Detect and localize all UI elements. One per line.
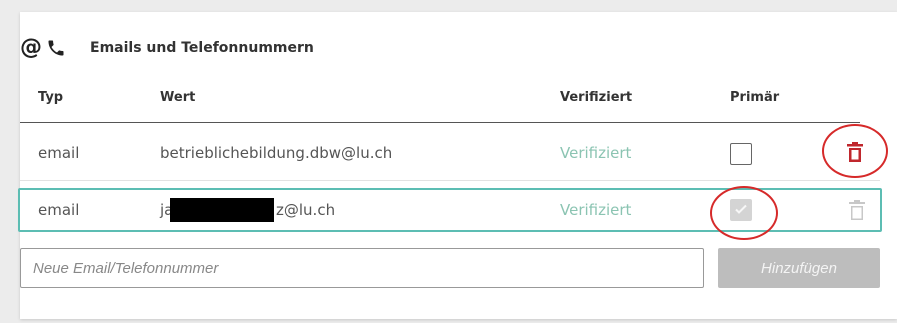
new-contact-input[interactable] [20, 248, 704, 288]
row-type: email [38, 201, 80, 219]
redaction-bar [170, 198, 274, 222]
phone-icon [48, 40, 64, 56]
column-header-type: Typ [38, 90, 64, 105]
section-header: @ Emails und Telefonnummern [20, 34, 314, 62]
row-value: betrieblichebildung.dbw@lu.ch [160, 144, 393, 162]
row-type: email [38, 144, 80, 162]
annotation-circle [822, 124, 888, 178]
column-header-value: Wert [160, 90, 196, 105]
at-icon: @ [20, 35, 42, 60]
section-title: Emails und Telefonnummern [90, 40, 314, 56]
trash-icon[interactable] [849, 200, 865, 220]
annotation-circle [710, 186, 778, 240]
row-divider [20, 180, 880, 181]
table-header-divider [20, 122, 860, 123]
row-verified-status: Verifiziert [560, 201, 632, 219]
row-verified-status: Verifiziert [560, 144, 632, 162]
primary-checkbox[interactable] [730, 143, 752, 165]
column-header-primary: Primär [730, 90, 780, 105]
add-button[interactable]: Hinzufügen [718, 248, 880, 288]
row-value-suffix: z@lu.ch [276, 201, 336, 219]
column-header-verified: Verifiziert [560, 90, 633, 105]
